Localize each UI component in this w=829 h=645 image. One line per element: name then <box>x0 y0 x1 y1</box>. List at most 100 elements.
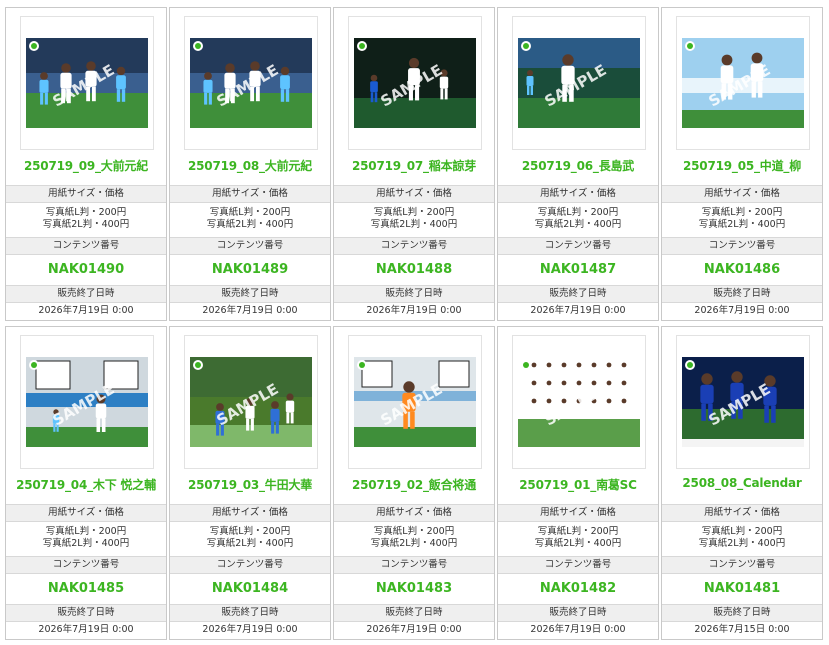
price-list: 写真紙L判・200円 写真紙2L判・400円 <box>498 203 658 237</box>
content-number-label: コンテンツ番号 <box>170 556 330 574</box>
price-2l: 写真紙2L判・400円 <box>206 219 294 230</box>
content-number: NAK01482 <box>539 581 617 596</box>
sale-end-date: 2026年7月15日 0:00 <box>694 624 790 635</box>
price-l: 写真紙L判・200円 <box>209 526 291 537</box>
content-number: NAK01486 <box>703 262 781 277</box>
product-card[interactable]: SAMPLE 250719_04_木下 悦之輔 用紙サイズ・価格 写真紙L判・2… <box>5 326 167 640</box>
product-card[interactable]: SAMPLE 250719_08_大前元紀 用紙サイズ・価格 写真紙L判・200… <box>169 7 331 321</box>
price-2l: 写真紙2L判・400円 <box>206 538 294 549</box>
sale-end-date: 2026年7月19日 0:00 <box>694 305 790 316</box>
product-thumbnail[interactable]: SAMPLE <box>512 335 646 469</box>
product-card[interactable]: SAMPLE 250719_02_飯合将通 用紙サイズ・価格 写真紙L判・200… <box>333 326 495 640</box>
product-title[interactable]: 250719_06_長島武 <box>498 157 658 174</box>
product-title[interactable]: 2508_08_Calendar <box>662 476 822 490</box>
product-card[interactable]: SAMPLE 250719_09_大前元紀 用紙サイズ・価格 写真紙L判・200… <box>5 7 167 321</box>
price-2l: 写真紙2L判・400円 <box>42 538 130 549</box>
sale-end-label: 販売終了日時 <box>170 285 330 303</box>
paper-size-price-label: 用紙サイズ・価格 <box>334 185 494 203</box>
sale-end-date: 2026年7月19日 0:00 <box>530 624 626 635</box>
product-thumbnail[interactable]: SAMPLE <box>20 335 154 469</box>
product-card[interactable]: SAMPLE 250719_05_中道_柳 用紙サイズ・価格 写真紙L判・200… <box>661 7 823 321</box>
product-card[interactable]: SAMPLE 250719_01_南葛SC 用紙サイズ・価格 写真紙L判・200… <box>497 326 659 640</box>
price-l: 写真紙L判・200円 <box>537 526 619 537</box>
product-title[interactable]: 250719_03_牛田大華 <box>170 476 330 493</box>
price-l: 写真紙L判・200円 <box>701 526 783 537</box>
price-list: 写真紙L判・200円 写真紙2L判・400円 <box>6 203 166 237</box>
paper-size-price-label: 用紙サイズ・価格 <box>170 504 330 522</box>
product-title[interactable]: 250719_07_稲本諒芽 <box>334 157 494 174</box>
content-number-label: コンテンツ番号 <box>170 237 330 255</box>
product-grid: SAMPLE 250719_09_大前元紀 用紙サイズ・価格 写真紙L判・200… <box>0 0 829 645</box>
product-thumbnail[interactable]: SAMPLE <box>184 16 318 150</box>
sale-end-label: 販売終了日時 <box>498 285 658 303</box>
price-list: 写真紙L判・200円 写真紙2L判・400円 <box>170 203 330 237</box>
sale-end-label: 販売終了日時 <box>334 285 494 303</box>
content-number: NAK01490 <box>47 262 125 277</box>
content-number-label: コンテンツ番号 <box>498 237 658 255</box>
product-thumbnail[interactable]: SAMPLE <box>348 335 482 469</box>
paper-size-price-label: 用紙サイズ・価格 <box>6 185 166 203</box>
price-list: 写真紙L判・200円 写真紙2L判・400円 <box>334 203 494 237</box>
price-2l: 写真紙2L判・400円 <box>370 219 458 230</box>
price-2l: 写真紙2L判・400円 <box>698 219 786 230</box>
content-number-label: コンテンツ番号 <box>662 237 822 255</box>
product-card[interactable]: SAMPLE 250719_07_稲本諒芽 用紙サイズ・価格 写真紙L判・200… <box>333 7 495 321</box>
paper-size-price-label: 用紙サイズ・価格 <box>498 185 658 203</box>
price-l: 写真紙L判・200円 <box>45 526 127 537</box>
content-number-label: コンテンツ番号 <box>334 237 494 255</box>
product-title[interactable]: 250719_08_大前元紀 <box>170 157 330 174</box>
price-2l: 写真紙2L判・400円 <box>42 219 130 230</box>
paper-size-price-label: 用紙サイズ・価格 <box>498 504 658 522</box>
paper-size-price-label: 用紙サイズ・価格 <box>170 185 330 203</box>
content-number-label: コンテンツ番号 <box>498 556 658 574</box>
product-thumbnail[interactable]: SAMPLE <box>676 16 810 150</box>
product-card[interactable]: SAMPLE 2508_08_Calendar 用紙サイズ・価格 写真紙L判・2… <box>661 326 823 640</box>
product-title[interactable]: 250719_04_木下 悦之輔 <box>6 476 166 493</box>
product-title[interactable]: 250719_01_南葛SC <box>498 476 658 493</box>
sale-end-label: 販売終了日時 <box>662 285 822 303</box>
content-number-label: コンテンツ番号 <box>6 237 166 255</box>
price-list: 写真紙L判・200円 写真紙2L判・400円 <box>498 522 658 556</box>
paper-size-price-label: 用紙サイズ・価格 <box>334 504 494 522</box>
price-list: 写真紙L判・200円 写真紙2L判・400円 <box>170 522 330 556</box>
price-l: 写真紙L判・200円 <box>209 207 291 218</box>
content-number: NAK01485 <box>47 581 125 596</box>
paper-size-price-label: 用紙サイズ・価格 <box>6 504 166 522</box>
price-l: 写真紙L判・200円 <box>537 207 619 218</box>
product-thumbnail[interactable]: SAMPLE <box>512 16 646 150</box>
content-number: NAK01483 <box>375 581 453 596</box>
product-thumbnail[interactable]: SAMPLE <box>20 16 154 150</box>
sale-end-label: 販売終了日時 <box>498 604 658 622</box>
product-title[interactable]: 250719_02_飯合将通 <box>334 476 494 493</box>
product-thumbnail[interactable]: SAMPLE <box>348 16 482 150</box>
price-2l: 写真紙2L判・400円 <box>534 219 622 230</box>
sale-end-label: 販売終了日時 <box>6 285 166 303</box>
sale-end-date: 2026年7月19日 0:00 <box>202 305 298 316</box>
sale-end-date: 2026年7月19日 0:00 <box>38 305 134 316</box>
price-list: 写真紙L判・200円 写真紙2L判・400円 <box>334 522 494 556</box>
content-number: NAK01488 <box>375 262 453 277</box>
product-card[interactable]: SAMPLE 250719_03_牛田大華 用紙サイズ・価格 写真紙L判・200… <box>169 326 331 640</box>
price-list: 写真紙L判・200円 写真紙2L判・400円 <box>662 203 822 237</box>
sale-end-date: 2026年7月19日 0:00 <box>366 305 462 316</box>
product-title[interactable]: 250719_05_中道_柳 <box>662 157 822 174</box>
product-thumbnail[interactable]: SAMPLE <box>676 335 810 469</box>
sale-end-label: 販売終了日時 <box>662 604 822 622</box>
price-l: 写真紙L判・200円 <box>373 526 455 537</box>
sale-end-date: 2026年7月19日 0:00 <box>530 305 626 316</box>
price-l: 写真紙L判・200円 <box>45 207 127 218</box>
product-title[interactable]: 250719_09_大前元紀 <box>6 157 166 174</box>
product-thumbnail[interactable]: SAMPLE <box>184 335 318 469</box>
content-number: NAK01489 <box>211 262 289 277</box>
price-2l: 写真紙2L判・400円 <box>698 538 786 549</box>
sale-end-date: 2026年7月19日 0:00 <box>38 624 134 635</box>
content-number: NAK01487 <box>539 262 617 277</box>
sale-end-date: 2026年7月19日 0:00 <box>366 624 462 635</box>
content-number: NAK01484 <box>211 581 289 596</box>
content-number-label: コンテンツ番号 <box>662 556 822 574</box>
product-card[interactable]: SAMPLE 250719_06_長島武 用紙サイズ・価格 写真紙L判・200円… <box>497 7 659 321</box>
content-number: NAK01481 <box>703 581 781 596</box>
price-2l: 写真紙2L判・400円 <box>370 538 458 549</box>
sale-end-label: 販売終了日時 <box>334 604 494 622</box>
paper-size-price-label: 用紙サイズ・価格 <box>662 185 822 203</box>
